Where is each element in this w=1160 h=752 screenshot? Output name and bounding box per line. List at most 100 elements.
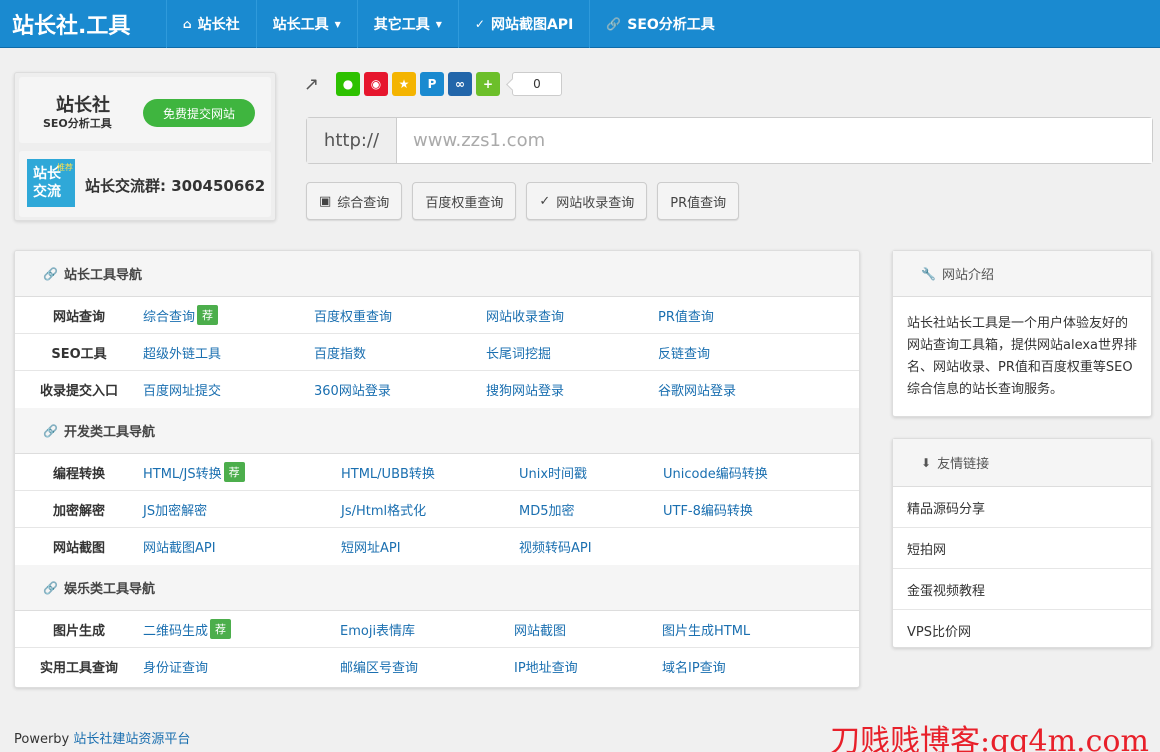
section-header: ⬇ 友情链接 — [893, 439, 1151, 487]
section-header: 🔗 娱乐类工具导航 — [15, 565, 859, 611]
tool-link[interactable]: 身份证查询 — [143, 657, 340, 676]
wrench-icon: 🔧 — [921, 266, 936, 281]
logo-panel: 站长社 SEO分析工具 免费提交网站 推荐 站长交流 站长交流群: 3004506… — [14, 72, 276, 221]
table-row: SEO工具 超级外链工具 百度指数 长尾词挖掘 反链查询 — [15, 334, 859, 371]
tool-link[interactable]: Unix时间戳 — [519, 463, 663, 482]
friend-links-panel: ⬇ 友情链接 精品源码分享 短拍网 金蛋视频教程 VPS比价网 — [892, 438, 1152, 648]
wechat-icon[interactable]: ● — [336, 72, 360, 96]
recommended-badge: 荐 — [210, 619, 232, 639]
table-row: 实用工具查询 身份证查询 邮编区号查询 IP地址查询 域名IP查询 — [15, 648, 859, 685]
site-index-query-button[interactable]: ✓ 网站收录查询 — [526, 182, 648, 220]
top-navbar: 站长社.工具 ⌂ 站长社 站长工具 ▼ 其它工具 ▼ ✓ 网站截图API 🔗 SEO分析工… — [0, 0, 1160, 48]
tool-link[interactable]: 邮编区号查询 — [340, 657, 514, 676]
tool-link[interactable]: Unicode编码转换 — [663, 463, 768, 482]
recommended-badge: 荐 — [197, 305, 219, 325]
tool-link[interactable]: 360网站登录 — [314, 380, 486, 399]
weibo-icon[interactable]: ◉ — [364, 72, 388, 96]
url-input-group: http:// — [306, 117, 1153, 164]
friend-link[interactable]: 短拍网 — [893, 528, 1151, 569]
tools-panel: 🔗 站长工具导航 网站查询 综合查询荐 百度权重查询 网站收录查询 PR值查询 S… — [14, 250, 860, 688]
baidu-weight-query-button[interactable]: 百度权重查询 — [412, 182, 517, 220]
qq-group-number: 站长交流群: 300450662 — [85, 177, 266, 195]
link-icon: 🔗 — [43, 580, 58, 595]
section-header: 🔧 网站介绍 — [893, 251, 1151, 297]
site-intro-panel: 🔧 网站介绍 站长社站长工具是一个用户体验友好的网站查询工具箱，提供网站alexa… — [892, 250, 1152, 417]
tool-link[interactable]: 谷歌网站登录 — [658, 380, 736, 399]
download-icon: ✓ — [539, 193, 551, 209]
renren-icon[interactable]: ∞ — [448, 72, 472, 96]
tool-link[interactable]: 视频转码API — [519, 537, 663, 556]
table-row: 网站截图 网站截图API 短网址API 视频转码API — [15, 528, 859, 565]
tool-link[interactable]: JS加密解密 — [143, 500, 341, 519]
tool-link[interactable]: 短网址API — [341, 537, 519, 556]
tool-link[interactable]: 长尾词挖掘 — [486, 343, 658, 362]
share-bar: ↗ ● ◉ ★ P ∞ + 0 — [304, 72, 562, 96]
more-share-icon[interactable]: + — [476, 72, 500, 96]
friend-link[interactable]: VPS比价网 — [893, 610, 1151, 651]
watermark: 刀贱贱博客:qq4m.com — [830, 724, 1149, 752]
home-icon: ⌂ — [183, 17, 192, 31]
tool-link[interactable]: PR值查询 — [658, 306, 714, 325]
share-icon[interactable]: ↗ — [304, 74, 326, 95]
qzone-icon[interactable]: ★ — [392, 72, 416, 96]
table-row: 图片生成 二维码生成荐 Emoji表情库 网站截图 图片生成HTML — [15, 611, 859, 648]
section-header: 🔗 站长工具导航 — [15, 251, 859, 297]
tool-link[interactable]: 搜狗网站登录 — [486, 380, 658, 399]
nav-item-other-tools[interactable]: 其它工具 ▼ — [356, 0, 458, 48]
tool-link[interactable]: 网站截图API — [143, 537, 341, 556]
pr-query-button[interactable]: PR值查询 — [657, 182, 740, 220]
footer: Powerby 站长社建站资源平台 — [14, 732, 191, 747]
tool-link[interactable]: UTF-8编码转换 — [663, 500, 753, 519]
query-buttons: ▣ 综合查询 百度权重查询 ✓ 网站收录查询 PR值查询 — [306, 182, 740, 220]
tool-link[interactable]: MD5加密 — [519, 500, 663, 519]
share-count: 0 — [512, 72, 562, 96]
nav-item-screenshot-api[interactable]: ✓ 网站截图API — [457, 0, 589, 48]
download-icon: ✓ — [474, 17, 485, 31]
comprehensive-query-button[interactable]: ▣ 综合查询 — [306, 182, 403, 220]
url-input[interactable] — [397, 118, 1152, 163]
tool-link[interactable]: 二维码生成荐 — [143, 619, 340, 639]
tool-link[interactable]: 网站截图 — [514, 620, 662, 639]
tool-link[interactable]: 域名IP查询 — [662, 657, 726, 676]
intro-text: 站长社站长工具是一个用户体验友好的网站查询工具箱，提供网站alexa世界排名、网… — [907, 316, 1138, 397]
friend-link[interactable]: 精品源码分享 — [893, 487, 1151, 528]
caret-down-icon: ▼ — [435, 19, 442, 29]
tool-link[interactable]: Js/Html格式化 — [341, 500, 519, 519]
tool-link[interactable]: 百度权重查询 — [314, 306, 486, 325]
table-row: 编程转换 HTML/JS转换荐 HTML/UBB转换 Unix时间戳 Unico… — [15, 454, 859, 491]
site-name: 站长社 — [56, 95, 110, 116]
tqq-icon[interactable]: P — [420, 72, 444, 96]
tool-link[interactable]: Emoji表情库 — [340, 620, 514, 639]
table-row: 网站查询 综合查询荐 百度权重查询 网站收录查询 PR值查询 — [15, 297, 859, 334]
brand-logo[interactable]: 站长社.工具 — [12, 8, 130, 40]
tool-link[interactable]: 超级外链工具 — [143, 343, 314, 362]
qq-group-card: 推荐 站长交流 站长交流群: 300450662 — [19, 151, 271, 217]
nav-item-seo-analysis[interactable]: 🔗 SEO分析工具 — [589, 0, 731, 48]
download-icon: ⬇ — [921, 455, 932, 470]
tool-link[interactable]: IP地址查询 — [514, 657, 662, 676]
tool-link[interactable]: 百度指数 — [314, 343, 486, 362]
nav-item-webmaster-tools[interactable]: 站长工具 ▼ — [255, 0, 357, 48]
tool-link[interactable]: 反链查询 — [658, 343, 710, 362]
site-subtitle: SEO分析工具 — [43, 117, 112, 130]
link-icon: 🔗 — [43, 266, 58, 281]
tools-group-fun: 图片生成 二维码生成荐 Emoji表情库 网站截图 图片生成HTML 实用工具查… — [15, 611, 859, 685]
submit-site-button[interactable]: 免费提交网站 — [143, 99, 255, 127]
link-icon: 🔗 — [606, 17, 622, 31]
nav-item-home[interactable]: ⌂ 站长社 — [166, 0, 256, 48]
footer-link[interactable]: 站长社建站资源平台 — [73, 732, 190, 747]
logo-card: 站长社 SEO分析工具 免费提交网站 — [19, 77, 271, 143]
table-row: 加密解密 JS加密解密 Js/Html格式化 MD5加密 UTF-8编码转换 — [15, 491, 859, 528]
save-icon: ▣ — [319, 193, 332, 209]
section-header: 🔗 开发类工具导航 — [15, 408, 859, 454]
qq-group-logo: 推荐 站长交流 — [27, 159, 75, 207]
tool-link[interactable]: 网站收录查询 — [486, 306, 658, 325]
tool-link[interactable]: HTML/JS转换荐 — [143, 462, 341, 482]
nav-menu: ⌂ 站长社 站长工具 ▼ 其它工具 ▼ ✓ 网站截图API 🔗 SEO分析工具 — [166, 0, 731, 48]
tool-link[interactable]: 图片生成HTML — [662, 620, 750, 639]
tool-link[interactable]: HTML/UBB转换 — [341, 463, 519, 482]
tool-link[interactable]: 百度网址提交 — [143, 380, 314, 399]
tools-group-webmaster: 网站查询 综合查询荐 百度权重查询 网站收录查询 PR值查询 SEO工具 超级外… — [15, 297, 859, 408]
friend-link[interactable]: 金蛋视频教程 — [893, 569, 1151, 610]
tool-link[interactable]: 综合查询荐 — [143, 305, 314, 325]
